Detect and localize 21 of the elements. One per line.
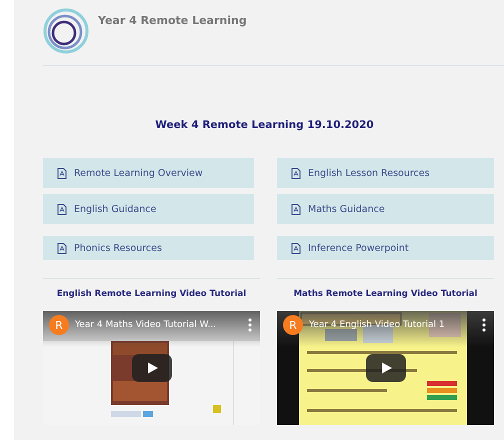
- document-icon: [291, 204, 301, 214]
- document-icon: [57, 242, 67, 254]
- resource-link[interactable]: Phonics Resources: [43, 236, 254, 260]
- resource-link[interactable]: Remote Learning Overview: [43, 158, 254, 188]
- document-icon: [57, 168, 67, 178]
- resource-link[interactable]: English Guidance: [43, 194, 254, 224]
- logo-icon: [43, 8, 89, 54]
- site-title[interactable]: Year 4 Remote Learning: [98, 14, 247, 27]
- resource-link[interactable]: Maths Guidance: [277, 194, 494, 224]
- resource-link[interactable]: Inference Powerpoint: [277, 236, 494, 260]
- play-button-icon[interactable]: [132, 354, 172, 382]
- video-title[interactable]: Year 4 Maths Video Tutorial W...: [75, 320, 242, 330]
- document-icon: [291, 242, 301, 254]
- video-heading: English Remote Learning Video Tutorial: [56, 288, 248, 301]
- more-icon[interactable]: [482, 318, 486, 332]
- document-icon: [291, 168, 301, 178]
- document-icon: [57, 204, 67, 214]
- play-button-icon[interactable]: [366, 354, 406, 382]
- resource-link[interactable]: English Lesson Resources: [277, 158, 494, 188]
- video-heading: Maths Remote Learning Video Tutorial: [292, 288, 478, 301]
- page-heading: Week 4 Remote Learning 19.10.2020: [154, 119, 375, 131]
